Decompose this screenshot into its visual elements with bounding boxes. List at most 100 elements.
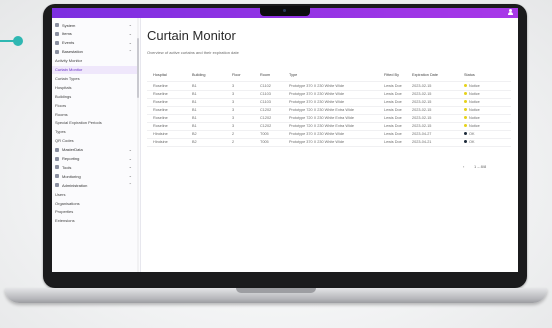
camera-notch [260, 6, 310, 16]
sidebar-item-rooms[interactable]: Rooms [52, 110, 138, 118]
table-cell: 2023-04-21 [412, 139, 432, 144]
table-cell: Prototype 370 X 230 White Wide [289, 139, 345, 144]
sidebar-item-qr-codes[interactable]: QR Codes [52, 137, 138, 145]
user-icon[interactable] [508, 9, 513, 15]
status-dot [464, 92, 467, 95]
sidebar-item-curtain-monitor[interactable]: Curtain Monitor [52, 65, 138, 74]
table-cell: C1103 [260, 99, 271, 104]
table-cell: C1103 [260, 91, 271, 96]
table-cell: Lewis Doe [384, 131, 402, 136]
sidebar-item-label: Basestation [62, 49, 83, 55]
table-cell: OK [469, 131, 475, 136]
chevron-down-icon: ⌄ [128, 22, 132, 27]
sidebar-item-label: Reporting [62, 156, 80, 161]
table-cell: Prototype 370 X 230 White Wide [289, 99, 345, 104]
camera-icon [283, 9, 286, 12]
sidebar-item-masterdata[interactable]: MasterData ⌄ [52, 146, 138, 154]
sidebar-item-extensions[interactable]: Extensions [52, 217, 138, 225]
sidebar-item-label: Administration [62, 182, 88, 188]
table-cell: 2023-04-27 [412, 131, 432, 136]
table-cell: 2023-02-15 [412, 99, 432, 104]
sidebar-item-basestation[interactable]: Basestation ⌃ [52, 48, 138, 56]
sidebar-item-types[interactable]: Types [52, 128, 138, 136]
sidebar-item-reporting[interactable]: Reporting ⌄ [52, 155, 138, 163]
table-cell: Roseline [153, 91, 168, 96]
table-cell: C1102 [260, 83, 271, 88]
nav-group-icon [55, 156, 59, 161]
table-cell: Prototype 370 X 230 White Wide [289, 91, 345, 96]
table-cell: C1202 [260, 115, 272, 120]
sidebar-item-floors[interactable]: Floors [52, 101, 138, 109]
table-cell: Notice [469, 91, 480, 96]
table-cell: Lewis Doe [384, 91, 402, 96]
table-cell: 2 [232, 139, 235, 144]
table-cell: Notice [469, 107, 480, 112]
sidebar-item-label: Items [62, 31, 72, 37]
connector-dot [13, 36, 23, 46]
scrollbar-thumb[interactable] [137, 38, 139, 98]
sidebar-item-items[interactable]: Items ⌄ [52, 30, 138, 38]
sidebar-item-label: Activity Monitor [55, 58, 83, 64]
sidebar-item-label: Tools [62, 164, 72, 170]
chevron-down-icon: ⌄ [128, 155, 132, 161]
nav-group-icon [55, 49, 59, 54]
nav-group-icon [55, 31, 59, 36]
table-cell: Prototype 720 X 230 White Extra Wide [289, 115, 355, 120]
table-cell: T005 [260, 139, 269, 144]
sidebar-item-monitoring[interactable]: Monitoring ⌄ [52, 172, 138, 180]
sidebar-item-organisations[interactable]: Organisations [52, 199, 138, 207]
sidebar-item-label: Properties [55, 209, 74, 215]
sidebar-item-label: System [62, 22, 76, 28]
nav-group-icon [55, 165, 59, 170]
table-cell: Lewis Doe [384, 115, 402, 120]
table-cell: Roseline [153, 115, 168, 120]
table-cell: 3 [232, 99, 235, 104]
chevron-down-icon: ⌄ [128, 146, 132, 152]
table-cell: OK [469, 139, 475, 144]
sidebar-item-properties[interactable]: Properties [52, 208, 138, 216]
table-cell: Lewis Doe [384, 139, 402, 144]
table-cell: Notice [469, 83, 480, 88]
sidebar-item-label: Buildings [55, 93, 72, 99]
table-cell: 2023-02-15 [412, 115, 432, 120]
table-cell: 2023-02-15 [412, 91, 432, 96]
sidebar-item-special-expiration-periods[interactable]: Special Expiration Periods [52, 119, 138, 127]
sidebar-scrollbar[interactable] [137, 18, 139, 272]
table-cell: 3 [232, 83, 235, 88]
table-cell: B1 [192, 123, 197, 128]
table-cell: B1 [192, 115, 197, 120]
status-dot [464, 140, 467, 143]
sidebar-item-activity-monitor[interactable]: Activity Monitor [52, 57, 138, 65]
chevron-down-icon: ⌄ [128, 30, 132, 36]
sidebar-item-buildings[interactable]: Buildings [52, 92, 138, 100]
page-range: 1 – 8/8 [474, 164, 487, 169]
sidebar-item-curtain-types[interactable]: Curtain Types [52, 74, 138, 82]
sidebar-item-label: Monitoring [62, 173, 81, 179]
sidebar-item-label: Rooms [55, 111, 68, 117]
status-dot [464, 84, 467, 87]
table-cell: C1202 [260, 107, 272, 112]
nav-group-icon [55, 174, 59, 179]
table-cell: Roseline [153, 99, 168, 104]
sidebar-item-system[interactable]: System ⌄ [52, 21, 138, 29]
chevron-down-icon: ⌄ [128, 164, 132, 170]
table-cell: Prototype 370 X 230 White Wide [289, 131, 345, 136]
app-screen: ai System⌄Items⌄Events⌄Basestation⌃Activ… [52, 8, 518, 272]
table-cell: 3 [232, 107, 235, 112]
nav-group-icon [55, 40, 59, 45]
sidebar-item-users[interactable]: Users [52, 190, 138, 198]
base-groove [236, 288, 316, 293]
sidebar-item-hospitals[interactable]: Hospitals [52, 83, 138, 91]
status-dot [464, 116, 467, 119]
laptop-base [5, 288, 547, 303]
sidebar-item-administration[interactable]: Administration ⌃ [52, 181, 138, 189]
table-cell: Hindsine [153, 139, 168, 144]
sidebar-item-label: Extensions [55, 218, 75, 224]
sidebar-item-events[interactable]: Events ⌄ [52, 39, 138, 47]
table-cell: 2023-02-15 [412, 123, 432, 128]
sidebar-item-label: Special Expiration Periods [55, 120, 102, 126]
table-cell: 3 [232, 123, 235, 128]
sidebar-item-tools[interactable]: Tools ⌄ [52, 163, 138, 171]
table-cell: Roseline [153, 123, 168, 128]
prev-page-button[interactable]: ‹ [463, 164, 464, 169]
